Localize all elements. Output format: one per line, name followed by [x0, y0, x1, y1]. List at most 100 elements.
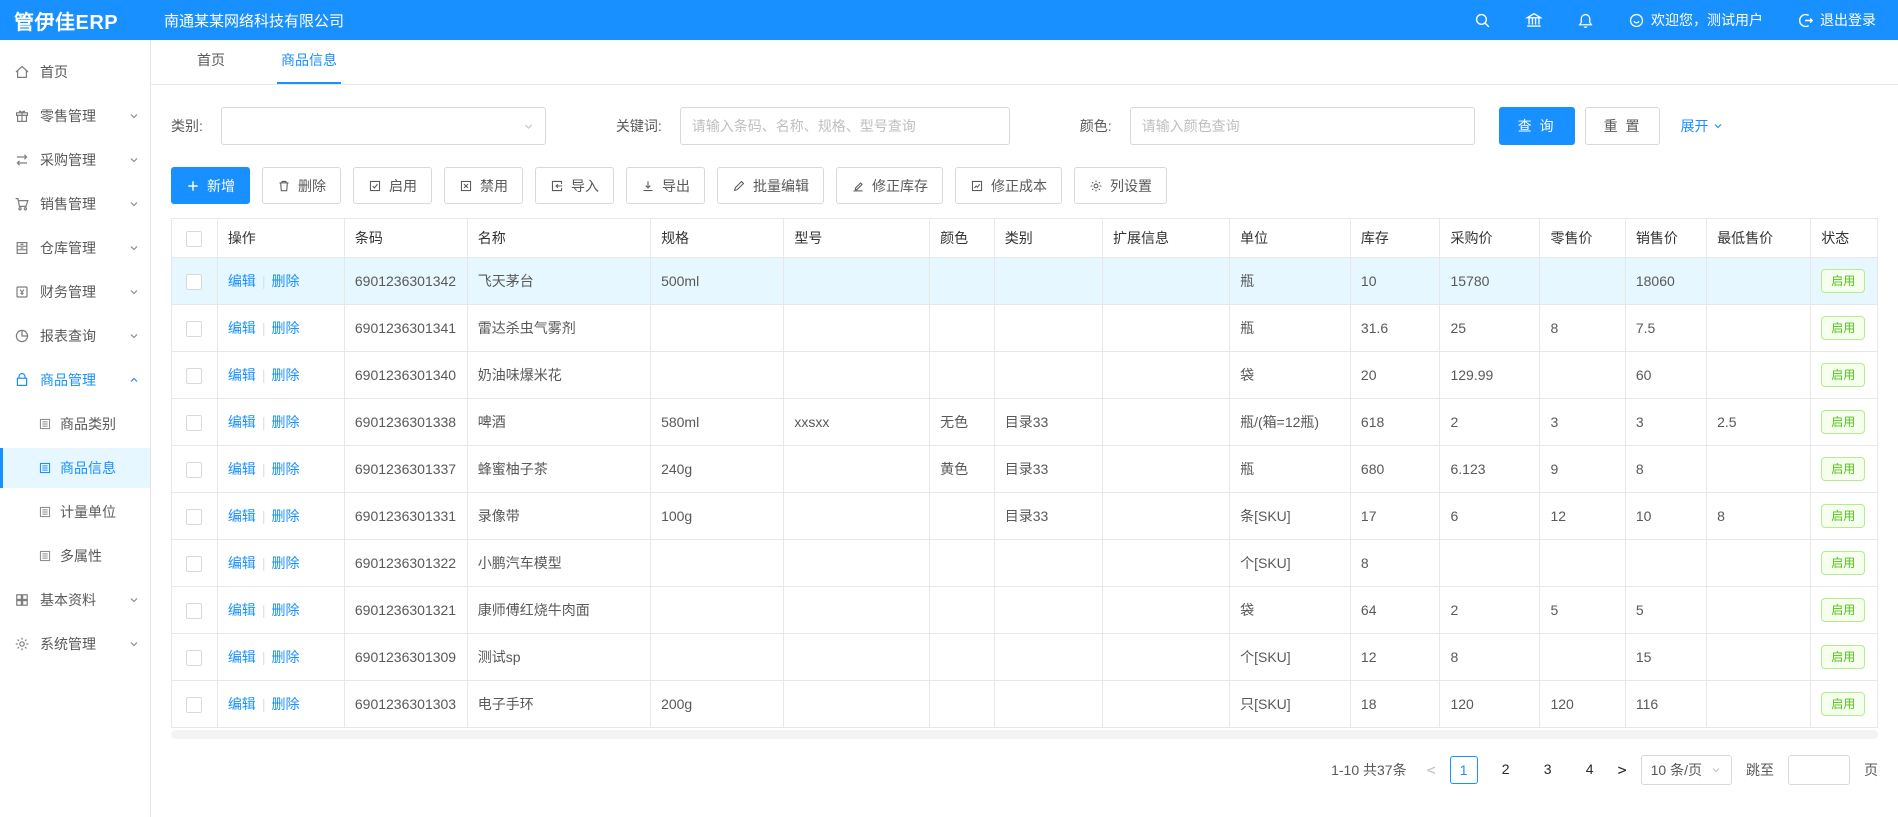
edit-link[interactable]: 编辑 [228, 273, 256, 289]
column-settings-button[interactable]: 列设置 [1074, 167, 1167, 204]
page-number-4[interactable]: 4 [1576, 756, 1604, 784]
category-select[interactable] [221, 107, 546, 145]
table-row[interactable]: 编辑|删除 6901236301338 啤酒 580ml xxsxx 无色 目录… [172, 399, 1878, 446]
sidebar-item-purchase[interactable]: 采购管理 [0, 140, 150, 180]
table-row[interactable]: 编辑|删除 6901236301309 测试sp 个[SKU] 12 8 15 … [172, 634, 1878, 681]
edit-link[interactable]: 编辑 [228, 414, 256, 430]
pagination-total: 1-10 共37条 [1331, 760, 1406, 780]
prev-page-button[interactable]: < [1427, 761, 1436, 779]
col-unit: 单位 [1230, 219, 1351, 258]
page-number-3[interactable]: 3 [1534, 756, 1562, 784]
welcome-user[interactable]: 欢迎您，测试用户 [1628, 10, 1763, 30]
sidebar-item-goods[interactable]: 商品管理 [0, 360, 150, 400]
search-button[interactable]: 查 询 [1499, 107, 1575, 145]
jump-page-input[interactable] [1788, 755, 1850, 785]
delete-link[interactable]: 删除 [271, 320, 299, 336]
row-checkbox[interactable] [186, 274, 202, 290]
export-button[interactable]: 导出 [626, 167, 705, 204]
disable-button[interactable]: 禁用 [444, 167, 523, 204]
delete-link[interactable]: 删除 [271, 696, 299, 712]
row-checkbox[interactable] [186, 697, 202, 713]
add-button[interactable]: 新增 [171, 167, 250, 204]
delete-link[interactable]: 删除 [271, 367, 299, 383]
next-page-button[interactable]: > [1618, 761, 1627, 779]
delete-link[interactable]: 删除 [271, 649, 299, 665]
edit-link[interactable]: 编辑 [228, 696, 256, 712]
edit-link[interactable]: 编辑 [228, 555, 256, 571]
smile-icon [1628, 12, 1645, 29]
horizontal-scrollbar[interactable] [171, 730, 1878, 739]
edit-link[interactable]: 编辑 [228, 508, 256, 524]
row-checkbox[interactable] [186, 650, 202, 666]
sidebar-item-retail[interactable]: 零售管理 [0, 96, 150, 136]
delete-link[interactable]: 删除 [271, 555, 299, 571]
chevron-down-icon [1712, 120, 1724, 132]
tab-goods-info[interactable]: 商品信息 [277, 40, 341, 84]
row-checkbox[interactable] [186, 462, 202, 478]
delete-link[interactable]: 删除 [271, 273, 299, 289]
expand-toggle[interactable]: 展开 [1680, 116, 1724, 136]
edit-link[interactable]: 编辑 [228, 320, 256, 336]
sidebar-subitem-unit[interactable]: 计量单位 [0, 492, 150, 532]
delete-button[interactable]: 删除 [262, 167, 341, 204]
fix-cost-button[interactable]: 修正成本 [955, 167, 1062, 204]
chevron-down-icon [128, 330, 140, 342]
sidebar-item-report[interactable]: 报表查询 [0, 316, 150, 356]
fix-stock-button[interactable]: 修正库存 [836, 167, 943, 204]
sidebar-item-system[interactable]: 系统管理 [0, 624, 150, 664]
sidebar-subitem-goods-info[interactable]: 商品信息 [0, 448, 150, 488]
enable-button[interactable]: 启用 [353, 167, 432, 204]
sales-cart-icon [14, 196, 30, 212]
edit-link[interactable]: 编辑 [228, 649, 256, 665]
batch-edit-button[interactable]: 批量编辑 [717, 167, 824, 204]
color-input[interactable] [1130, 107, 1475, 145]
search-icon[interactable] [1474, 12, 1491, 29]
delete-link[interactable]: 删除 [271, 461, 299, 477]
delete-link[interactable]: 删除 [271, 602, 299, 618]
bell-icon[interactable] [1577, 12, 1594, 29]
edit-link[interactable]: 编辑 [228, 367, 256, 383]
status-badge: 启用 [1821, 316, 1865, 341]
row-checkbox[interactable] [186, 321, 202, 337]
row-checkbox[interactable] [186, 556, 202, 572]
page-size-select[interactable]: 10 条/页 [1641, 755, 1732, 785]
table-row[interactable]: 编辑|删除 6901236301322 小鹏汽车模型 个[SKU] 8 启用 [172, 540, 1878, 587]
bank-icon[interactable] [1525, 11, 1543, 29]
edit-link[interactable]: 编辑 [228, 461, 256, 477]
sidebar-item-basic-data[interactable]: 基本资料 [0, 580, 150, 620]
row-checkbox[interactable] [186, 368, 202, 384]
delete-link[interactable]: 删除 [271, 508, 299, 524]
table-row[interactable]: 编辑|删除 6901236301342 飞天茅台 500ml 瓶 10 1578… [172, 258, 1878, 305]
keyword-input[interactable] [680, 107, 1010, 145]
page-number-2[interactable]: 2 [1492, 756, 1520, 784]
cell-name: 啤酒 [467, 399, 650, 446]
select-all-checkbox[interactable] [186, 231, 202, 247]
logout-button[interactable]: 退出登录 [1797, 10, 1876, 30]
cell-barcode: 6901236301342 [344, 258, 467, 305]
cell-barcode: 6901236301303 [344, 681, 467, 728]
table-row[interactable]: 编辑|删除 6901236301321 康师傅红烧牛肉面 袋 64 2 5 5 … [172, 587, 1878, 634]
table-row[interactable]: 编辑|删除 6901236301331 录像带 100g 目录33 条[SKU]… [172, 493, 1878, 540]
table-row[interactable]: 编辑|删除 6901236301340 奶油味爆米花 袋 20 129.99 6… [172, 352, 1878, 399]
edit-link[interactable]: 编辑 [228, 602, 256, 618]
table-row[interactable]: 编辑|删除 6901236301337 蜂蜜柚子茶 240g 黄色 目录33 瓶… [172, 446, 1878, 493]
col-spec: 规格 [651, 219, 784, 258]
sidebar-item-finance[interactable]: 财务管理 [0, 272, 150, 312]
sidebar-subitem-multi-attr[interactable]: 多属性 [0, 536, 150, 576]
sidebar-item-home[interactable]: 首页 [0, 52, 150, 92]
tab-home[interactable]: 首页 [193, 40, 229, 84]
sidebar-subitem-goods-category[interactable]: 商品类别 [0, 404, 150, 444]
import-button[interactable]: 导入 [535, 167, 614, 204]
delete-link[interactable]: 删除 [271, 414, 299, 430]
row-checkbox[interactable] [186, 509, 202, 525]
page-number-1[interactable]: 1 [1450, 756, 1478, 784]
col-status: 状态 [1811, 219, 1878, 258]
sidebar-item-sales[interactable]: 销售管理 [0, 184, 150, 224]
table-row[interactable]: 编辑|删除 6901236301341 雷达杀虫气雾剂 瓶 31.6 25 8 … [172, 305, 1878, 352]
row-checkbox[interactable] [186, 415, 202, 431]
reset-button[interactable]: 重 置 [1585, 107, 1661, 145]
row-checkbox[interactable] [186, 603, 202, 619]
sidebar-item-warehouse[interactable]: 仓库管理 [0, 228, 150, 268]
cell-name: 飞天茅台 [467, 258, 650, 305]
table-row[interactable]: 编辑|删除 6901236301303 电子手环 200g 只[SKU] 18 … [172, 681, 1878, 728]
